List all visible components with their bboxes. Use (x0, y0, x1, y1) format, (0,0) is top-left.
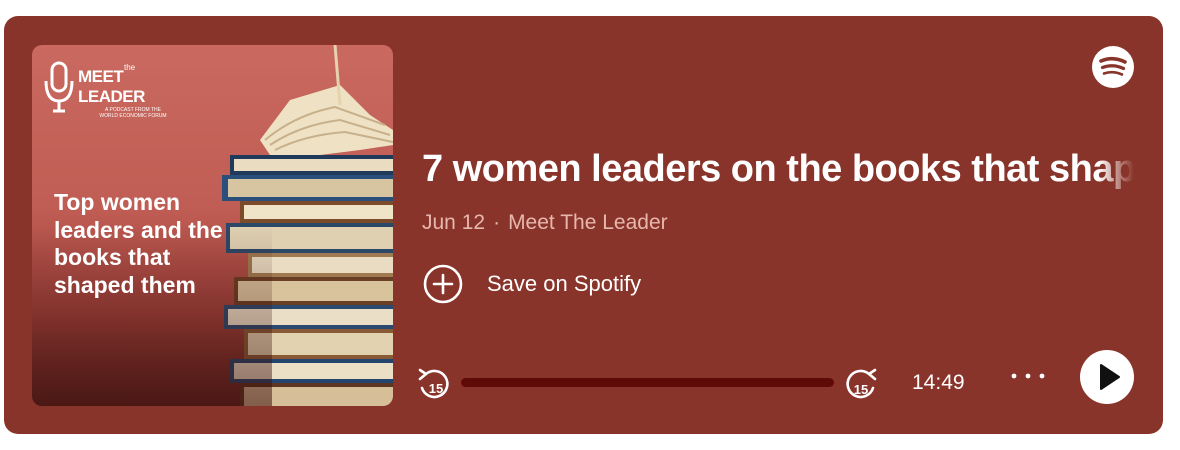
logo-word-meet: MEET (78, 67, 124, 86)
play-icon (1100, 364, 1120, 390)
cover-headline: Top women leaders and the books that sha… (54, 189, 223, 298)
episode-date: Jun 12 (422, 211, 486, 234)
skip-forward-seconds: 15 (854, 382, 868, 397)
episode-duration: 14:49 (912, 371, 965, 394)
meet-the-leader-logo: MEET the LEADER A PODCAST FROM THE WORLD… (42, 59, 182, 129)
show-name[interactable]: Meet The Leader (508, 211, 668, 234)
skip-forward-15-icon[interactable]: 15 (843, 366, 879, 402)
play-button[interactable] (1080, 350, 1134, 404)
skip-back-seconds: 15 (429, 381, 443, 396)
spotify-icon[interactable] (1092, 46, 1134, 88)
playback-progress-bar[interactable] (461, 378, 834, 387)
episode-title[interactable]: 7 women leaders on the books that shaped… (422, 146, 1134, 194)
skip-back-15-icon[interactable]: 15 (416, 366, 452, 402)
save-on-spotify-label: Save on Spotify (487, 271, 642, 296)
plus-circle-icon (423, 264, 463, 304)
microphone-icon (44, 61, 74, 113)
episode-cover-art[interactable]: MEET the LEADER A PODCAST FROM THE WORLD… (32, 45, 393, 406)
episode-meta: Jun 12 · Meet The Leader (422, 210, 668, 236)
logo-word-leader: LEADER (78, 87, 145, 106)
more-options-icon[interactable] (1006, 365, 1050, 387)
meta-separator: · (493, 211, 501, 234)
save-on-spotify-button[interactable]: Save on Spotify (422, 263, 682, 305)
logo-tagline: A PODCAST FROM THE WORLD ECONOMIC FORUM (99, 107, 167, 119)
logo-word-the: the (124, 63, 136, 72)
